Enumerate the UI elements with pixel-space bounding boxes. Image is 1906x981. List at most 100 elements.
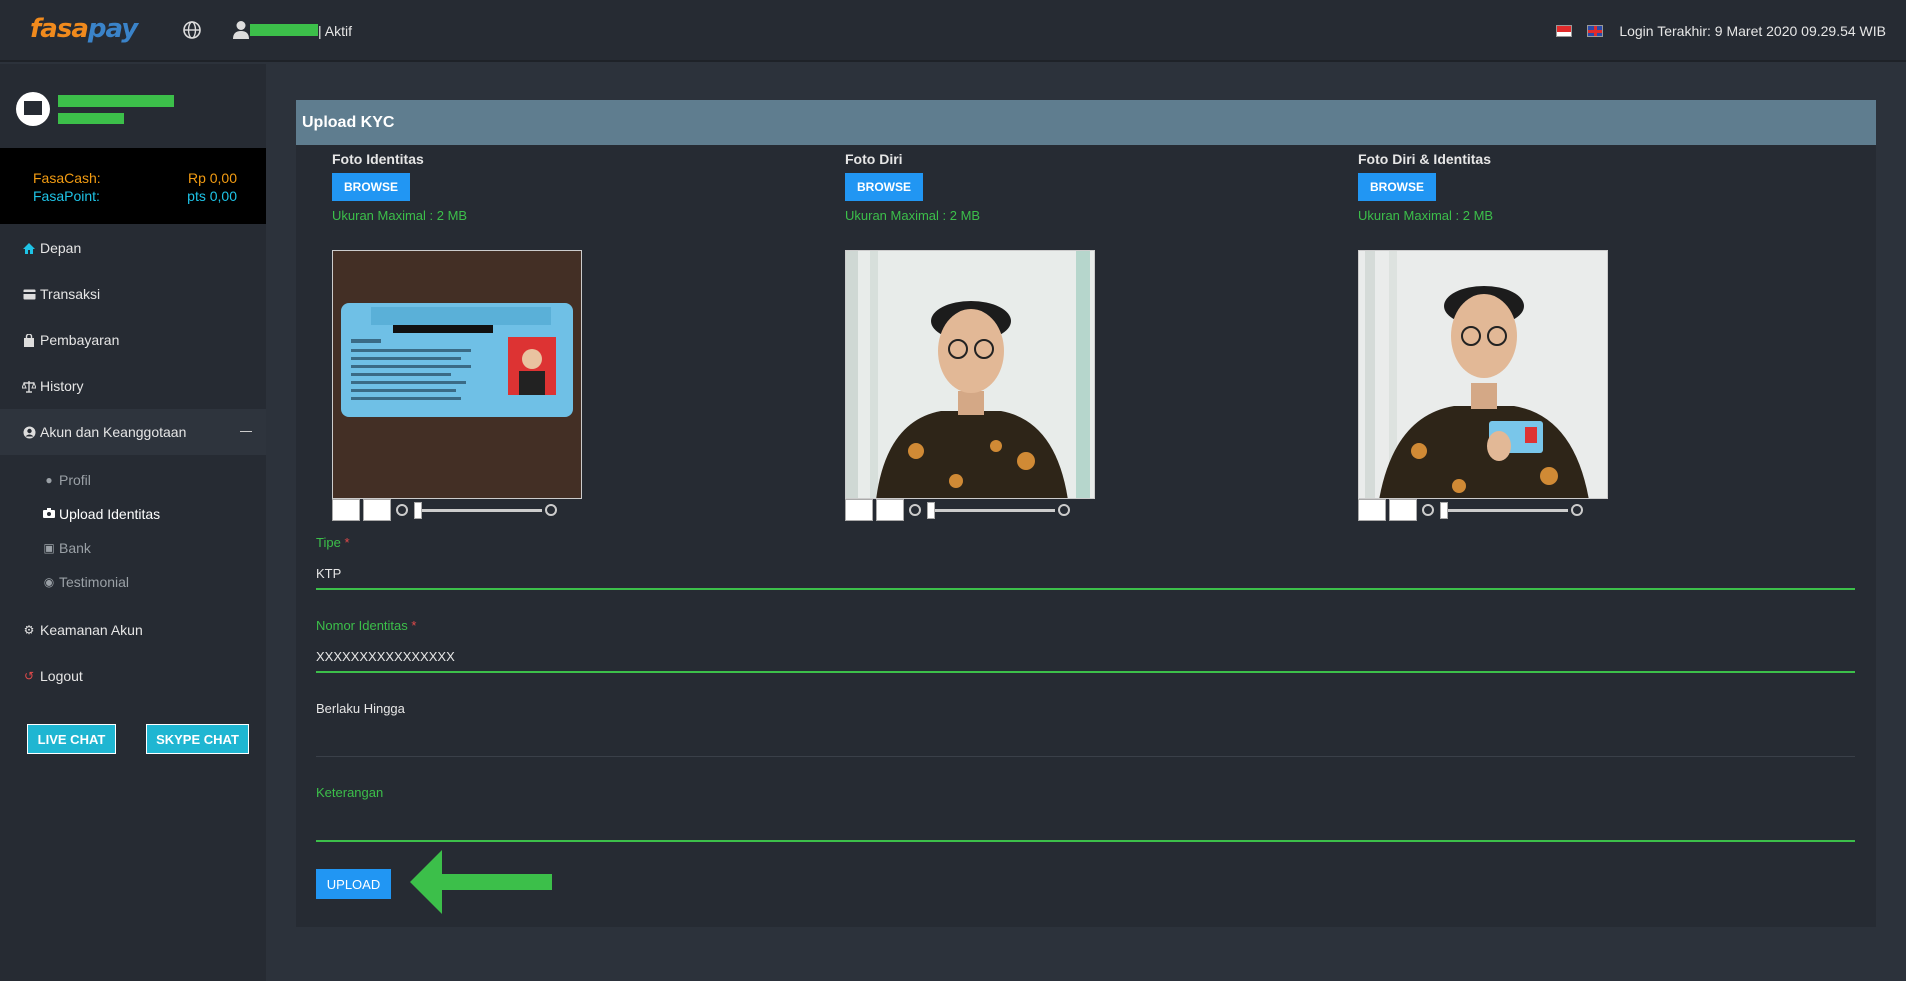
zoom-in-icon[interactable] xyxy=(1058,504,1070,516)
nomor-identitas-underline xyxy=(316,671,1855,673)
globe-icon[interactable] xyxy=(182,20,202,40)
zoom-slider[interactable] xyxy=(414,509,542,512)
nomor-identitas-label-text: Nomor Identitas xyxy=(316,618,408,633)
rotate-left-button[interactable] xyxy=(845,499,873,521)
user-icon xyxy=(233,21,249,39)
fasapoint-label: FasaPoint: xyxy=(33,188,100,204)
browse-button[interactable]: BROWSE xyxy=(1358,173,1436,201)
rotate-right-button[interactable] xyxy=(876,499,904,521)
sidebar-item-label: Keamanan Akun xyxy=(40,622,143,638)
sidebar-item-history[interactable]: History xyxy=(0,363,266,409)
zoom-controls xyxy=(845,499,1105,523)
sidebar-item-akun[interactable]: Akun dan Keanggotaan xyxy=(0,409,266,455)
browse-button[interactable]: BROWSE xyxy=(332,173,410,201)
user-status: | Aktif xyxy=(318,23,352,39)
rotate-right-button[interactable] xyxy=(1389,499,1417,521)
berlaku-hingga-underline xyxy=(316,756,1855,757)
sidebar-subitem-label: Profil xyxy=(59,472,91,488)
sidebar-item-keamanan[interactable]: ⚙ Keamanan Akun xyxy=(0,607,266,653)
card-icon xyxy=(22,287,36,301)
home-icon xyxy=(22,241,36,255)
flag-uk-icon[interactable] xyxy=(1587,25,1603,37)
sidebar-item-label: Transaksi xyxy=(40,286,101,302)
card-header: Upload KYC xyxy=(296,100,1876,145)
logo-pay-text: pay xyxy=(87,14,138,44)
sidebar-subitem-upload-identitas[interactable]: Upload Identitas xyxy=(42,506,160,522)
zoom-out-icon[interactable] xyxy=(909,504,921,516)
berlaku-hingga-input[interactable] xyxy=(316,756,1855,782)
zoom-slider[interactable] xyxy=(1440,509,1568,512)
upload-button[interactable]: UPLOAD xyxy=(316,869,391,899)
sidebar-item-label: Depan xyxy=(40,240,82,256)
required-mark: * xyxy=(344,535,350,550)
bag-icon xyxy=(22,333,36,347)
upload-label: Foto Diri xyxy=(845,151,903,167)
fasacash-value: Rp 0,00 xyxy=(187,170,237,186)
arrow-left-icon xyxy=(410,850,552,914)
zoom-slider-handle[interactable] xyxy=(414,502,422,519)
sidebar-item-label: Akun dan Keanggotaan xyxy=(40,424,187,440)
upload-label: Foto Diri & Identitas xyxy=(1358,151,1491,167)
page-title: Upload KYC xyxy=(302,114,395,131)
rotate-left-button[interactable] xyxy=(1358,499,1386,521)
sidebar-item-pembayaran[interactable]: Pembayaran xyxy=(0,317,266,363)
zoom-in-icon[interactable] xyxy=(1571,504,1583,516)
balance-scale-icon xyxy=(22,379,36,393)
user-circle-icon xyxy=(22,425,36,439)
upload-foto-diri: Foto Diri BROWSE Ukuran Maximal : 2 MB xyxy=(845,151,1145,521)
keterangan-label: Keterangan xyxy=(316,785,384,800)
live-chat-button[interactable]: LIVE CHAT xyxy=(27,724,116,754)
zoom-out-icon[interactable] xyxy=(396,504,408,516)
tipe-select[interactable]: KTP xyxy=(316,566,341,581)
sidebar: FasaCash: Rp 0,00 FasaPoint: pts 0,00 De… xyxy=(0,64,266,981)
fasacash-label: FasaCash: xyxy=(33,170,101,186)
user-icon: ● xyxy=(45,473,53,487)
selfie-with-id-image xyxy=(1359,251,1607,498)
tipe-label-text: Tipe xyxy=(316,535,341,550)
sidebar-subitem-bank[interactable]: ▣ Bank xyxy=(42,540,91,556)
zoom-slider[interactable] xyxy=(927,509,1055,512)
sidebar-item-transaksi[interactable]: Transaksi xyxy=(0,271,266,317)
size-note: Ukuran Maximal : 2 MB xyxy=(332,208,468,223)
redacted-username xyxy=(250,24,318,36)
bank-icon: ▣ xyxy=(43,541,55,555)
fasapoint-value: pts 0,00 xyxy=(187,188,237,204)
zoom-slider-handle[interactable] xyxy=(1440,502,1448,519)
skype-chat-button[interactable]: SKYPE CHAT xyxy=(146,724,249,754)
upload-foto-diri-identitas: Foto Diri & Identitas BROWSE Ukuran Maxi… xyxy=(1358,151,1658,521)
selfie-with-id-photo-preview[interactable] xyxy=(1358,250,1608,499)
sidebar-item-label: History xyxy=(40,378,84,394)
sidebar-item-logout[interactable]: ↺ Logout xyxy=(0,653,266,699)
collapse-icon[interactable] xyxy=(240,431,252,432)
zoom-controls xyxy=(1358,499,1618,523)
fasapoint-row: FasaPoint: pts 0,00 xyxy=(33,188,237,204)
selfie-photo-preview[interactable] xyxy=(845,250,1095,499)
browse-button[interactable]: BROWSE xyxy=(845,173,923,201)
sidebar-item-depan[interactable]: Depan xyxy=(0,225,266,271)
zoom-slider-handle[interactable] xyxy=(927,502,935,519)
size-note: Ukuran Maximal : 2 MB xyxy=(1358,208,1494,223)
required-mark: * xyxy=(411,618,417,633)
balance-panel: FasaCash: Rp 0,00 FasaPoint: pts 0,00 xyxy=(0,148,266,224)
zoom-out-icon[interactable] xyxy=(1422,504,1434,516)
sidebar-subitem-profil[interactable]: ● Profil xyxy=(42,472,91,488)
redacted-account-name xyxy=(58,95,174,107)
sidebar-item-label: Logout xyxy=(40,668,83,684)
tipe-label: Tipe * xyxy=(316,535,350,550)
upload-foto-identitas: Foto Identitas BROWSE Ukuran Maximal : 2… xyxy=(332,151,632,521)
flag-indonesia-icon[interactable] xyxy=(1556,25,1572,37)
fasacash-row: FasaCash: Rp 0,00 xyxy=(33,170,237,186)
tipe-underline xyxy=(316,588,1855,590)
nomor-identitas-input[interactable]: XXXXXXXXXXXXXXXX xyxy=(316,649,455,664)
fasapay-logo[interactable]: fasapay xyxy=(30,14,138,44)
zoom-controls xyxy=(332,499,592,523)
rotate-right-button[interactable] xyxy=(363,499,391,521)
zoom-in-icon[interactable] xyxy=(545,504,557,516)
upload-label: Foto Identitas xyxy=(332,151,424,167)
comment-icon: ◉ xyxy=(43,575,55,589)
keterangan-input[interactable] xyxy=(316,808,1855,840)
identity-photo-preview[interactable] xyxy=(332,250,582,499)
rotate-left-button[interactable] xyxy=(332,499,360,521)
sidebar-subitem-testimonial[interactable]: ◉ Testimonial xyxy=(42,574,129,590)
top-bar: fasapay | Aktif Login Terakhir: 9 Maret … xyxy=(0,0,1906,62)
